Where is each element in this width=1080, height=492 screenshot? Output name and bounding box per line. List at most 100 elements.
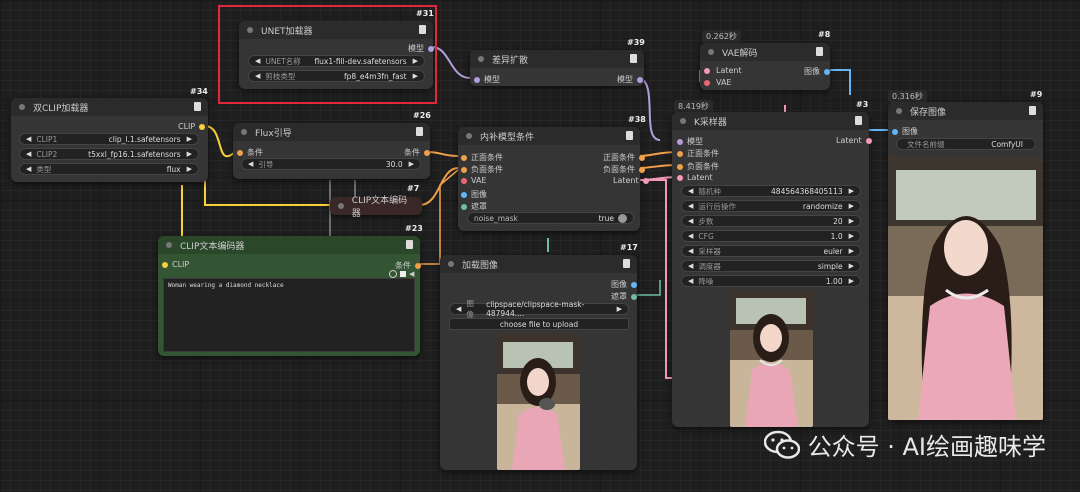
arrow-left-icon[interactable]: ◀ [688,277,693,285]
ksampler-widget[interactable]: ◀ 步数 20 ▶ [681,215,861,227]
toggle-noise-mask[interactable]: noise_mask true [467,212,634,224]
arrow-right-icon: ▶ [408,160,414,168]
ksampler-widget[interactable]: ◀ 运行后操作 randomize ▶ [681,200,861,212]
arrow-left-icon[interactable]: ◀ [688,217,693,225]
node-title: CLIP文本编码器 [180,241,245,252]
doc-icon[interactable] [855,116,862,125]
highlight-box [218,5,437,104]
output-image[interactable]: 图像 [611,279,637,290]
pin-cond-icon [461,166,467,173]
arrow-right-icon[interactable]: ▶ [849,247,854,255]
doc-icon[interactable] [816,47,823,56]
widget-image-select[interactable]: ◀ 图像 clipspace/clipspace-mask-487944.... ▶ [449,299,629,319]
arrow-left-icon[interactable]: ◀ [688,262,693,270]
doc-icon[interactable] [623,259,630,268]
arrow-left-icon: ◀ [26,135,32,143]
input-positive[interactable]: 正面条件 [461,152,503,163]
arrow-right-icon[interactable]: ▶ [849,187,854,195]
doc-icon[interactable] [416,127,423,136]
widget-clip-type[interactable]: ◀ 类型 flux ▶ [19,163,199,175]
widget-guidance[interactable]: ◀ 引导 30.0 ▶ [241,158,421,170]
input-image[interactable]: 图像 [461,189,487,200]
input-mask[interactable]: 遮罩 [461,201,487,212]
widget-toolbar[interactable]: ◀ [389,270,414,278]
output-image[interactable]: 图像 [804,66,830,77]
output-mask[interactable]: 遮罩 [611,291,637,302]
node-id-badge: #3 [856,100,869,109]
widget-clip1[interactable]: ◀ CLIP1 clip_l.1.safetensors ▶ [19,133,199,145]
execution-time: 0.262秒 [702,30,741,43]
pin-latent-icon [642,177,649,184]
preview-image [497,334,580,470]
widget-clip2[interactable]: ◀ CLIP2 t5xxl_fp16.1.safetensors ▶ [19,148,199,160]
input-conditioning[interactable]: 条件 [237,147,263,158]
ksampler-widget[interactable]: ◀ CFG 1.0 ▶ [681,230,861,242]
node-title: Flux引导 [255,128,292,139]
input-latent[interactable]: Latent [677,173,713,182]
input-negative[interactable]: 负面条件 [461,164,503,175]
input-clip[interactable]: CLIP [162,260,189,269]
ksampler-widget[interactable]: ◀ 随机种 484564368405113 ▶ [681,185,861,197]
watermark-text: 公众号 · AI绘画趣味学 [807,433,1046,461]
pin-model-icon [474,76,480,83]
input-vae[interactable]: VAE [704,78,732,87]
arrow-left-icon[interactable]: ◀ [688,247,693,255]
pin-vae-icon [461,177,467,184]
output-latent[interactable]: Latent [613,176,649,185]
doc-icon[interactable] [406,240,413,249]
input-negative[interactable]: 负面条件 [677,161,719,172]
arrow-right-icon: ▶ [186,135,192,143]
doc-icon[interactable] [194,102,201,111]
arrow-right-icon[interactable]: ▶ [849,262,854,270]
ksampler-widget[interactable]: ◀ 降噪 1.00 ▶ [681,275,861,287]
speaker-icon: ◀ [409,270,415,278]
output-negative[interactable]: 负面条件 [603,164,645,175]
output-latent[interactable]: Latent [836,136,872,145]
arrow-left-icon[interactable]: ◀ [688,202,693,210]
input-model[interactable]: 模型 [677,136,703,147]
arrow-right-icon[interactable]: ▶ [849,232,854,240]
node-title: 差异扩散 [492,55,529,66]
ksampler-widget[interactable]: ◀ 采样器 euler ▶ [681,245,861,257]
arrow-right-icon[interactable]: ▶ [849,202,854,210]
arrow-right-icon: ▶ [616,305,622,313]
output-conditioning[interactable]: 条件 [404,147,430,158]
input-latent[interactable]: Latent [704,66,742,75]
node-id-badge: #8 [818,30,831,39]
doc-icon[interactable] [626,131,633,140]
node-title: K采样器 [694,117,727,128]
output-model[interactable]: 模型 [617,74,643,85]
pin-cond-icon [677,163,683,170]
pin-mask-icon [461,203,467,210]
doc-icon[interactable] [1029,106,1036,115]
arrow-left-icon: ◀ [456,305,462,313]
arrow-left-icon[interactable]: ◀ [688,232,693,240]
input-positive[interactable]: 正面条件 [677,148,719,159]
output-clip[interactable]: CLIP [178,122,206,131]
prompt-textarea[interactable]: Woman wearing a diamond necklace [163,278,415,352]
widget-filename-prefix[interactable]: 文件名前缀 ComfyUI [896,138,1036,150]
arrow-left-icon[interactable]: ◀ [688,187,693,195]
node-title: CLIP文本编码器 [351,196,408,219]
output-positive[interactable]: 正面条件 [603,152,645,163]
doc-icon[interactable] [630,54,637,63]
node-id-badge: #38 [628,115,646,124]
pin-cond-icon [639,154,645,161]
input-model[interactable]: 模型 [474,74,500,85]
node-title: 保存图像 [910,107,947,118]
input-vae[interactable]: VAE [461,176,487,185]
arrow-right-icon[interactable]: ▶ [849,217,854,225]
pin-image-icon [892,128,898,135]
pin-latent-icon [865,137,872,144]
input-image[interactable]: 图像 [892,126,918,137]
pin-image-icon [631,281,637,288]
pin-vae-icon [704,79,710,86]
node-id-badge: #17 [620,243,638,252]
node-title: 加载图像 [462,260,499,271]
node-clip-text-encode-collapsed[interactable]: CLIP文本编码器 [330,196,422,219]
arrow-right-icon[interactable]: ▶ [849,277,854,285]
upload-button[interactable]: choose file to upload [449,318,629,330]
pin-cond-icon [639,166,645,173]
pin-mask-icon [631,293,637,300]
ksampler-widget[interactable]: ◀ 调度器 simple ▶ [681,260,861,272]
